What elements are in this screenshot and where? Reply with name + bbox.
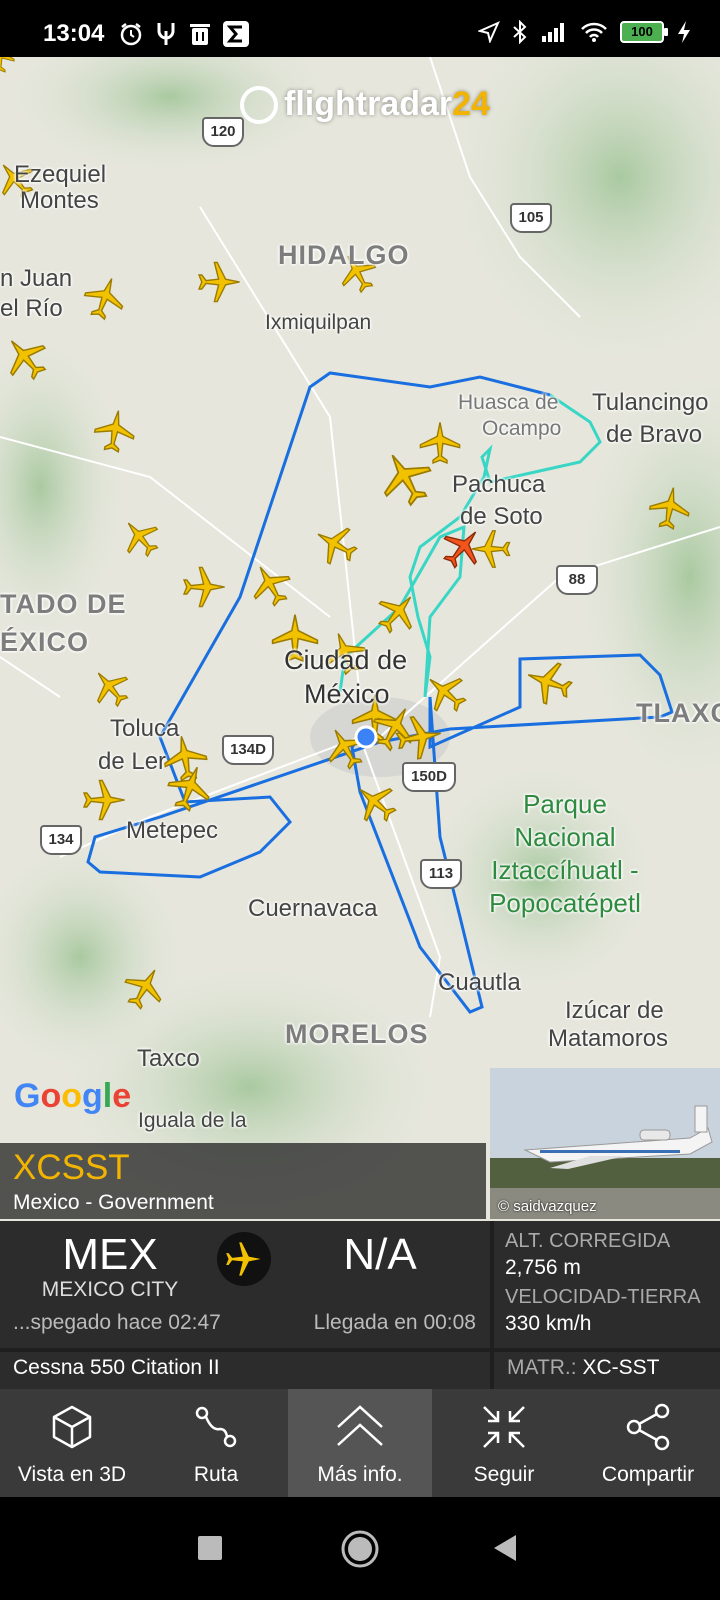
aircraft-photo[interactable] (490, 1068, 720, 1219)
park-line-3: Iztaccíhuatl - (491, 855, 639, 885)
place-iguala: Iguala de la (138, 1109, 247, 1132)
place-el-rio: el Río (0, 295, 63, 322)
place-montes: Montes (20, 187, 99, 214)
place-de-bravo: de Bravo (606, 421, 703, 448)
aircraft-photo-image (490, 1068, 720, 1219)
highway-105: 105 (510, 203, 552, 233)
collapse-arrows-icon (483, 1406, 525, 1448)
region-tlaxcala: TLAXC (636, 698, 720, 728)
departure-time: ...spegado hace 02:47 (13, 1311, 221, 1334)
share-icon (626, 1403, 670, 1451)
route-label: Ruta (193, 1463, 239, 1486)
place-ciudad-de: Ciudad de (284, 645, 408, 675)
recents-button[interactable] (197, 1535, 223, 1561)
flight-map[interactable]: flightradar 24 Ezequiel Montes n Juan el … (0, 57, 720, 1222)
place-cuernavaca: Cuernavaca (248, 895, 378, 922)
place-huasca: Huasca de (458, 391, 559, 414)
place-pachuca: Pachuca (452, 471, 546, 498)
chevron-up-icon (337, 1405, 383, 1446)
highway-150d: 150D (402, 762, 456, 792)
place-ocampo: Ocampo (482, 417, 562, 440)
route-button[interactable]: Ruta (144, 1389, 288, 1497)
registration-label: MATR.: (507, 1356, 577, 1379)
place-parque-nacional: Parque Nacional Iztaccíhuatl - Popocatép… (470, 788, 660, 920)
altitude-label: ALT. CORREGIDA (505, 1230, 671, 1252)
photo-credit: © saidvazquez (498, 1198, 597, 1215)
place-toluca: Toluca (110, 715, 180, 742)
trash-icon (190, 24, 210, 45)
flight-callsign: XCSST (13, 1148, 130, 1187)
system-nav-bar (0, 1497, 720, 1600)
flightradar24-logo: flightradar 24 (240, 85, 490, 124)
ground-speed-value: 330 km/h (505, 1312, 592, 1335)
arrival-time: Llegada en 00:08 (313, 1311, 476, 1334)
aircraft-type: Cessna 550 Citation II (13, 1356, 220, 1379)
departure-city: MEXICO CITY (41, 1278, 179, 1301)
ground-speed-label: VELOCIDAD-TIERRA (505, 1286, 701, 1308)
follow-button[interactable]: Seguir (432, 1389, 576, 1497)
share-label: Compartir (601, 1463, 695, 1486)
place-cuautla: Cuautla (438, 969, 521, 996)
region-hidalgo: HIDALGO (278, 240, 410, 270)
signal-icon (542, 23, 564, 42)
share-button[interactable]: Compartir (576, 1389, 720, 1497)
route-icon (195, 1406, 237, 1448)
view-3d-button[interactable]: Vista en 3D (0, 1389, 144, 1497)
location-icon (478, 21, 500, 43)
highway-134: 134 (40, 825, 82, 855)
region-morelos: MORELOS (285, 1019, 429, 1049)
route-plane-icon (217, 1232, 271, 1286)
altitude-value: 2,756 m (505, 1256, 581, 1279)
place-matamoros: Matamoros (548, 1025, 669, 1052)
arrival-code[interactable]: N/A (270, 1230, 490, 1280)
park-line-2: Nacional (514, 822, 616, 852)
more-info-label: Más info. (317, 1463, 403, 1486)
sigma-icon (223, 21, 249, 47)
registration-value: XC-SST (582, 1356, 660, 1379)
region-mexico: ÉXICO (0, 627, 90, 657)
logo-text: flightradar (284, 85, 453, 123)
cube-icon (52, 1405, 92, 1449)
more-info-button[interactable]: Más info. (288, 1389, 432, 1497)
logo-number: 24 (452, 85, 490, 123)
battery-icon: 100 (620, 21, 668, 43)
status-icons-left (118, 20, 250, 48)
bluetooth-icon (513, 20, 527, 44)
user-location-dot (354, 725, 378, 749)
follow-label: Seguir (473, 1463, 535, 1486)
highway-113: 113 (420, 859, 462, 889)
place-izucar: Izúcar de (565, 997, 664, 1024)
status-bar: 13:04 100 (0, 0, 720, 57)
charging-icon (678, 21, 690, 43)
place-metepec: Metepec (126, 817, 219, 844)
home-button[interactable] (340, 1529, 380, 1569)
wifi-icon (581, 22, 607, 42)
highway-120: 120 (202, 117, 244, 147)
status-time: 13:04 (43, 20, 105, 47)
park-line-1: Parque (523, 789, 607, 819)
place-taxco: Taxco (137, 1045, 200, 1072)
place-tulancingo: Tulancingo (592, 389, 709, 416)
status-icons-right: 100 (478, 20, 692, 44)
view-3d-label: Vista en 3D (17, 1463, 127, 1486)
highway-88: 88 (556, 565, 598, 595)
alarm-icon (120, 23, 142, 46)
departure-code[interactable]: MEX (0, 1230, 220, 1280)
radar-icon (240, 85, 278, 124)
registration: MATR.: XC-SST (507, 1356, 659, 1380)
place-mexico-city: México (304, 679, 390, 709)
region-estado-de: TADO DE (0, 589, 127, 619)
fork-icon (157, 23, 175, 45)
place-ixmiquilpan: Ixmiquilpan (265, 311, 372, 334)
google-logo: Google (14, 1077, 132, 1115)
back-button[interactable] (492, 1533, 518, 1563)
place-san-juan: n Juan (0, 265, 73, 292)
place-de-lerdo: de Ler (98, 748, 167, 775)
highway-134d: 134D (222, 735, 274, 765)
place-de-soto: de Soto (460, 503, 543, 530)
park-line-4: Popocatépetl (489, 888, 641, 918)
action-toolbar: Vista en 3D Ruta Más info. Seguir Compar… (0, 1389, 720, 1497)
flight-operator: Mexico - Government (13, 1191, 214, 1214)
place-ezequiel: Ezequiel (14, 161, 107, 188)
